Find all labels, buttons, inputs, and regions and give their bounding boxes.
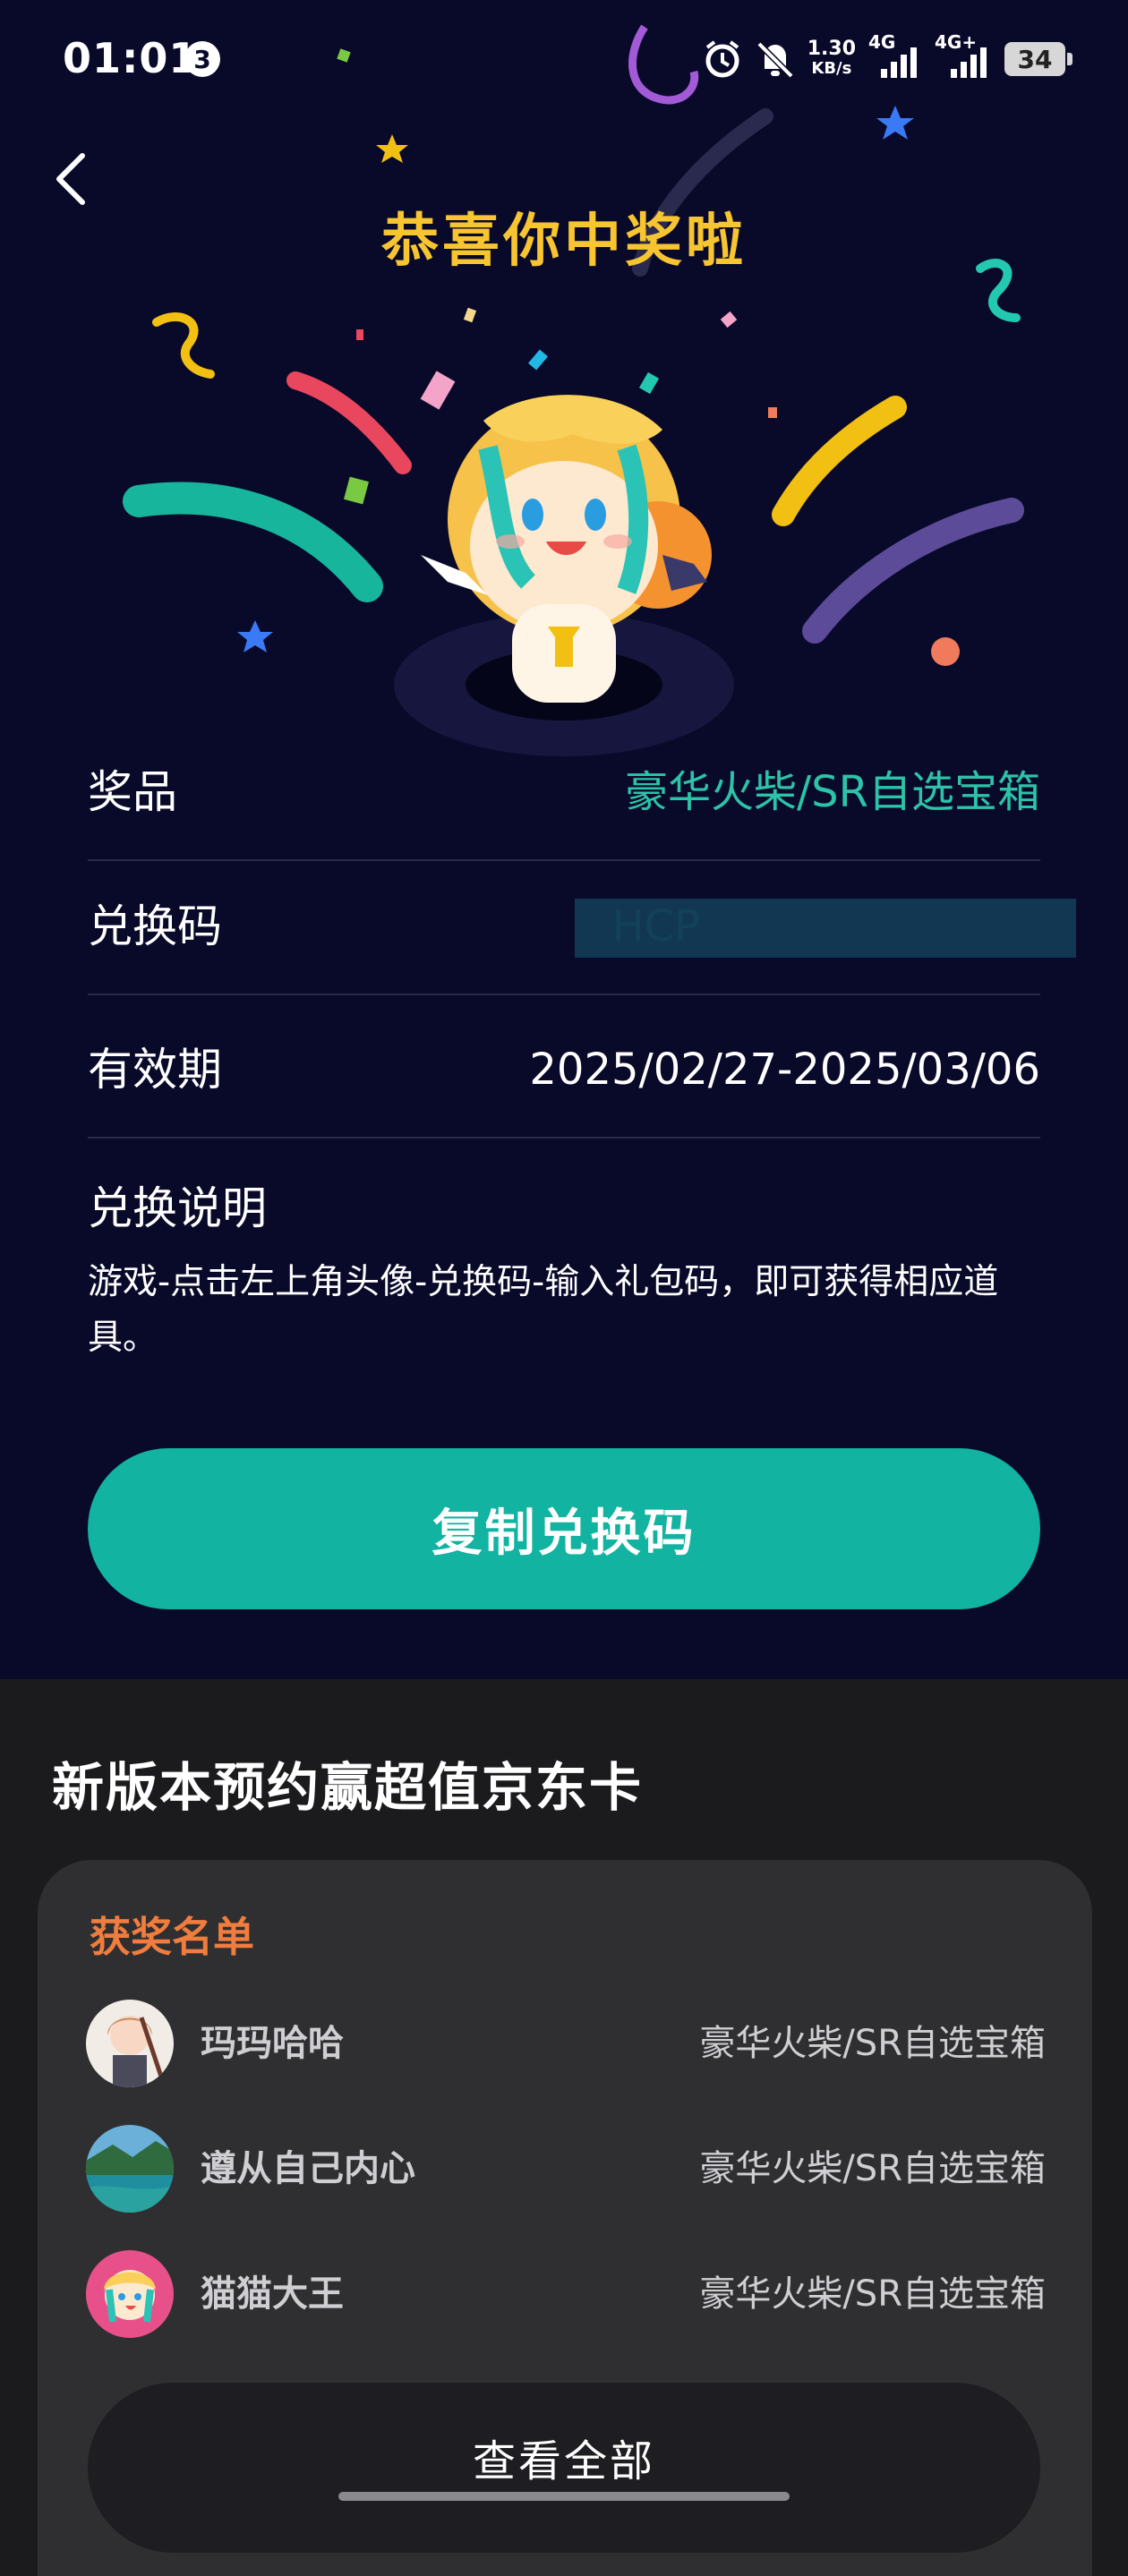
view-all-label: 查看全部 [472,2436,655,2486]
winner-name: 遵从自己内心 [201,2148,415,2189]
network-speed: 1.30 KB/s [808,39,856,79]
instructions-text: 游戏-点击左上角头像-兑换码-输入礼包码，即可获得相应道具。 [88,1262,999,1358]
winner-name: 猫猫大王 [201,2273,344,2315]
network-speed-unit: KB/s [811,59,852,78]
battery-indicator: 34 [1004,42,1072,76]
winners-card: 获奖名单 玛玛哈哈 豪华火柴/SR自选宝箱 遵从自己内心 豪华火柴/SR自选宝箱 [38,1860,1092,2576]
winner-row: 猫猫大王 豪华火柴/SR自选宝箱 [86,2245,1046,2343]
home-indicator[interactable] [338,2492,790,2501]
bell-off-icon [756,41,794,79]
alarm-icon [705,40,739,78]
avatar-image [86,2000,174,2087]
winner-prize: 豪华火柴/SR自选宝箱 [699,2023,1046,2064]
prize-label: 奖品 [88,766,177,818]
winner-prize: 豪华火柴/SR自选宝箱 [699,2148,1046,2189]
page-title: 恭喜你中奖啦 [381,209,747,275]
avatar-image [86,2250,174,2338]
signal-2-label: 4G+ [935,31,978,53]
prize-row: 奖品 豪华火柴/SR自选宝箱 [88,725,1040,861]
code-row: 兑换码 HCP [88,859,1076,995]
streamer-red-icon [286,371,412,474]
avatar [86,2250,174,2338]
status-icons: 1.30 KB/s 4G 4G+ 34 [702,25,1072,93]
validity-row: 有效期 2025/02/27-2025/03/06 [88,1002,1040,1139]
validity-value: 2025/02/27-2025/03/06 [529,1045,1040,1095]
status-time: 01:01 [63,34,199,82]
view-all-button[interactable]: 查看全部 [88,2383,1040,2553]
winner-row: 遵从自己内心 豪华火柴/SR自选宝箱 [86,2120,1046,2218]
code-label: 兑换码 [88,900,222,952]
signal-1: 4G [868,31,922,81]
notification-count-badge: 3 [184,41,220,77]
winners-title: 获奖名单 [90,1913,254,1961]
instructions-label: 兑换说明 [88,1182,267,1234]
app-logo-icon [628,24,699,105]
streamer-purple-icon [802,498,1024,644]
streamer-yellow-icon [772,396,907,526]
celebration-illustration [123,24,1024,756]
signal-2: 4G+ [935,31,992,81]
winner-row: 玛玛哈哈 豪华火柴/SR自选宝箱 [86,1994,1046,2093]
avatar-image [86,2125,174,2213]
code-redaction [575,899,1076,958]
signal-1-label: 4G [868,31,896,53]
prize-section: 01:01 3 1.30 KB/s 4G 4G+ 34 恭喜你中奖啦 奖品 豪华… [0,0,1128,1679]
avatar [86,2000,174,2087]
avatar [86,2125,174,2213]
network-speed-value: 1.30 [807,38,856,60]
copy-code-button[interactable]: 复制兑换码 [88,1448,1040,1609]
streamer-green-icon [123,482,383,602]
winner-prize: 豪华火柴/SR自选宝箱 [699,2273,1046,2315]
promo-title: 新版本预约赢超值京东卡 [52,1757,644,1818]
validity-label: 有效期 [88,1044,222,1096]
prize-value: 豪华火柴/SR自选宝箱 [625,767,1040,817]
winner-name: 玛玛哈哈 [201,2023,344,2064]
